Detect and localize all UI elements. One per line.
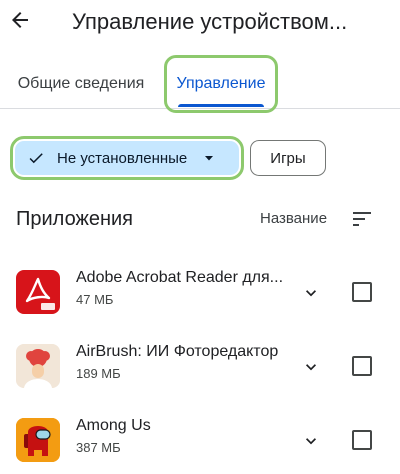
filter-chip-not-installed[interactable]: Не установленные: [10, 136, 244, 180]
select-checkbox[interactable]: [352, 282, 372, 302]
app-size: 189 МБ: [76, 366, 121, 381]
apps-section-title: Приложения: [16, 208, 134, 230]
filter-chip-label: Не установленные: [57, 149, 188, 167]
app-size: 47 МБ: [76, 292, 114, 307]
chevron-down-icon: [306, 290, 316, 297]
select-checkbox[interactable]: [352, 356, 372, 376]
adobe-acrobat-icon: [16, 270, 60, 314]
expand-button[interactable]: [298, 428, 324, 454]
tab-overview[interactable]: Общие сведения: [6, 58, 156, 109]
tab-bar: Общие сведения Управление: [0, 55, 400, 113]
app-name: Among Us: [76, 417, 151, 434]
sort-label[interactable]: Название: [260, 209, 327, 229]
filter-chip-body: Не установленные: [15, 141, 239, 175]
select-checkbox[interactable]: [352, 430, 372, 450]
filter-chip-games-label: Игры: [270, 149, 306, 167]
app-size: 387 МБ: [76, 440, 121, 455]
app-name: AirBrush: ИИ Фоторедактор: [76, 343, 279, 360]
arrow-left-icon: [12, 12, 28, 28]
list-item[interactable]: AirBrush: ИИ Фоторедактор 189 МБ: [0, 340, 400, 396]
tab-overview-label: Общие сведения: [17, 74, 145, 92]
expand-button[interactable]: [298, 354, 324, 380]
check-icon: [29, 153, 43, 164]
filter-chip-games[interactable]: Игры: [250, 140, 326, 176]
app-name: Adobe Acrobat Reader для...: [76, 269, 284, 286]
chevron-down-icon: [306, 438, 316, 445]
list-item[interactable]: Among Us 387 МБ: [0, 414, 400, 470]
page-title: Управление устройством...: [72, 9, 348, 34]
tab-manage[interactable]: Управление: [164, 55, 278, 113]
sort-icon[interactable]: [350, 207, 374, 231]
airbrush-icon: [16, 344, 60, 388]
dropdown-arrow-icon: [205, 156, 214, 161]
top-app-bar: Управление устройством...: [0, 0, 400, 46]
expand-button[interactable]: [298, 280, 324, 306]
tab-active-indicator: [178, 104, 264, 107]
among-us-icon: [16, 418, 60, 462]
chevron-down-icon: [306, 364, 316, 371]
back-button[interactable]: [6, 6, 34, 34]
list-item[interactable]: Adobe Acrobat Reader для... 47 МБ: [0, 266, 400, 322]
